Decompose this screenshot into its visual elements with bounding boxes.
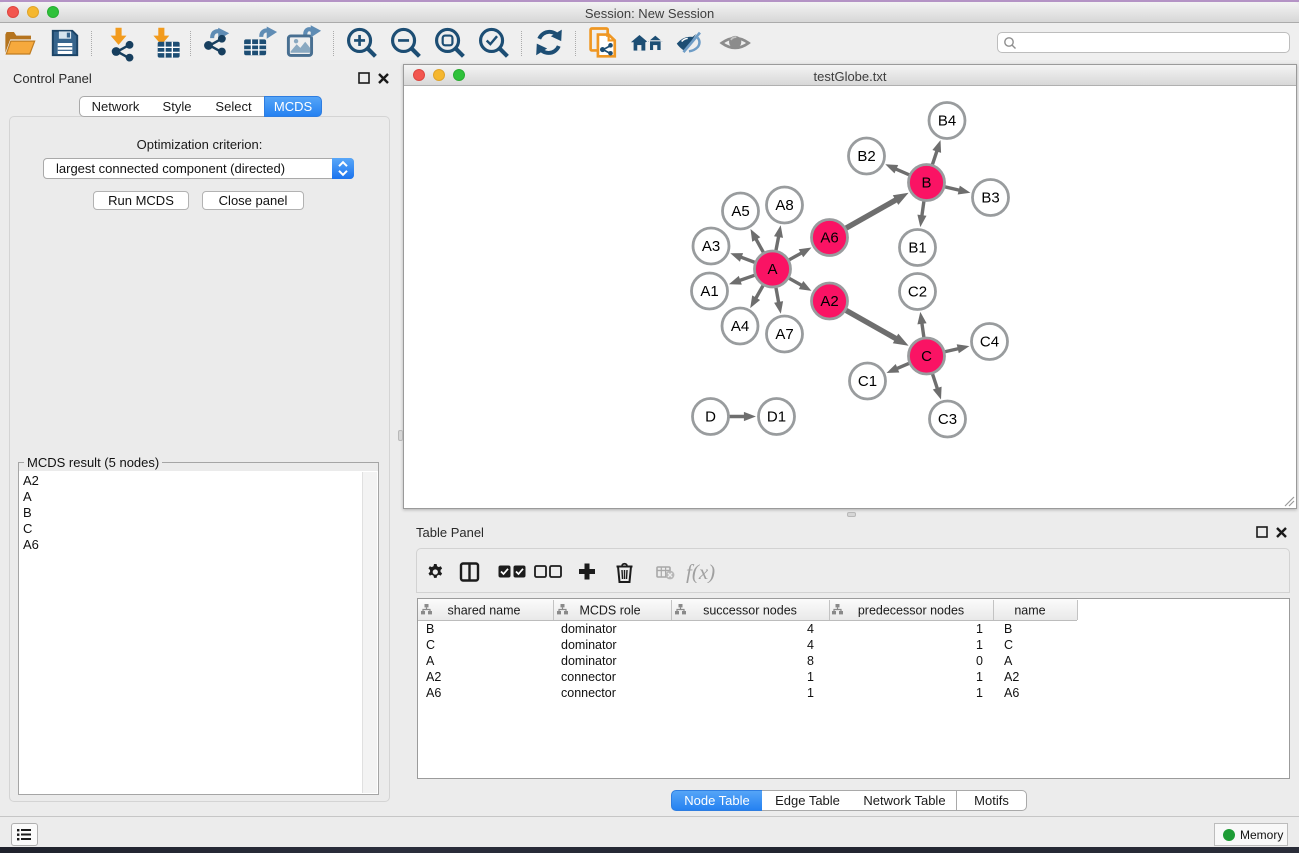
svg-text:A6: A6 <box>1004 686 1019 700</box>
svg-text:1: 1 <box>976 622 983 636</box>
svg-text:B: B <box>1004 622 1012 636</box>
svg-text:A7: A7 <box>775 326 793 343</box>
svg-text:C: C <box>426 638 435 652</box>
svg-text:connector: connector <box>561 670 616 684</box>
svg-text:C1: C1 <box>858 373 877 390</box>
svg-text:0: 0 <box>976 654 983 668</box>
svg-text:A: A <box>426 654 435 668</box>
svg-text:A5: A5 <box>731 203 749 220</box>
svg-text:dominator: dominator <box>561 654 617 668</box>
svg-text:1: 1 <box>807 670 814 684</box>
svg-text:D: D <box>705 409 716 426</box>
svg-text:connector: connector <box>561 686 616 700</box>
svg-text:dominator: dominator <box>561 622 617 636</box>
svg-text:dominator: dominator <box>561 638 617 652</box>
svg-text:4: 4 <box>807 622 814 636</box>
svg-text:name: name <box>1014 604 1045 618</box>
svg-text:1: 1 <box>807 686 814 700</box>
svg-text:C2: C2 <box>908 284 927 301</box>
svg-text:B2: B2 <box>857 148 875 165</box>
svg-text:A2: A2 <box>820 293 838 310</box>
svg-text:1: 1 <box>976 686 983 700</box>
svg-text:A: A <box>767 261 777 278</box>
svg-text:f(x): f(x) <box>686 561 715 583</box>
svg-text:predecessor nodes: predecessor nodes <box>858 604 964 618</box>
svg-text:A8: A8 <box>775 197 793 214</box>
svg-text:D1: D1 <box>767 409 786 426</box>
svg-text:1: 1 <box>976 638 983 652</box>
svg-text:B4: B4 <box>938 113 956 130</box>
svg-text:1: 1 <box>976 670 983 684</box>
svg-text:successor nodes: successor nodes <box>703 604 797 618</box>
svg-text:B3: B3 <box>981 190 999 207</box>
svg-text:A3: A3 <box>702 238 720 255</box>
svg-text:A2: A2 <box>426 670 441 684</box>
svg-text:shared name: shared name <box>448 604 521 618</box>
svg-text:A1: A1 <box>700 283 718 300</box>
svg-text:MCDS role: MCDS role <box>579 604 640 618</box>
svg-text:8: 8 <box>807 654 814 668</box>
svg-text:A4: A4 <box>731 318 749 335</box>
svg-text:A6: A6 <box>426 686 441 700</box>
svg-text:C3: C3 <box>938 411 957 428</box>
svg-text:A: A <box>1004 654 1013 668</box>
svg-text:B: B <box>426 622 434 636</box>
svg-text:A6: A6 <box>820 230 838 247</box>
svg-text:C: C <box>1004 638 1013 652</box>
svg-text:B1: B1 <box>908 240 926 257</box>
svg-text:C: C <box>921 348 932 365</box>
svg-text:4: 4 <box>807 638 814 652</box>
svg-text:A2: A2 <box>1004 670 1019 684</box>
svg-text:C4: C4 <box>980 334 999 351</box>
svg-text:B: B <box>921 175 931 192</box>
